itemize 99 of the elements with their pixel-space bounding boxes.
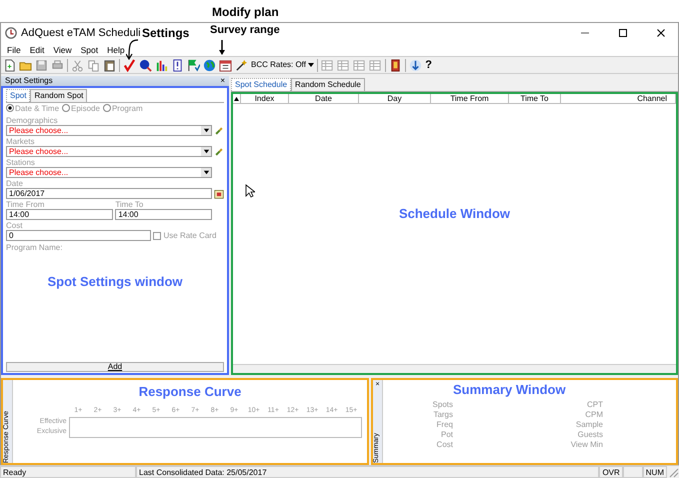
column-header[interactable]: Channel — [561, 94, 676, 103]
bar-chart-icon[interactable] — [155, 58, 168, 72]
annotation-label: Schedule Window — [398, 205, 510, 224]
caret-icon — [202, 127, 210, 134]
summary-label: Spots — [432, 400, 453, 410]
printer-icon[interactable] — [51, 58, 64, 72]
dropdown-field[interactable]: Please choose... — [6, 146, 212, 157]
status-text: Last Consolidated Data: 25/05/2017 — [136, 466, 600, 478]
help-button[interactable]: ? — [425, 56, 432, 74]
summary-label: Sample — [574, 420, 603, 430]
column-header[interactable]: Time From — [431, 94, 509, 103]
table-add-icon[interactable] — [353, 58, 366, 72]
annotation-label: Survey range — [210, 23, 280, 38]
checkmark-icon[interactable] — [123, 58, 136, 72]
mouse-cursor-icon — [245, 184, 255, 198]
menu-item[interactable]: Spot — [80, 44, 98, 55]
column-header[interactable]: Index — [241, 94, 289, 103]
summary-label: Freq — [436, 420, 453, 430]
tab[interactable]: Random Spot — [30, 89, 88, 102]
app-logo-icon — [5, 27, 17, 39]
new-document-icon[interactable] — [3, 58, 16, 72]
caret-icon — [202, 169, 210, 176]
summary-label: View Min — [570, 440, 603, 450]
time-field[interactable]: 14:00 — [6, 209, 114, 220]
field-label: Time From — [6, 200, 46, 209]
annotation-label: Spot Settings window — [47, 274, 183, 290]
clipboard-icon[interactable] — [103, 58, 116, 72]
annotation-arrow — [126, 38, 140, 60]
brush-icon[interactable] — [214, 146, 224, 156]
dropdown-field[interactable]: Please choose... — [6, 125, 212, 136]
summary-label: CPT — [586, 400, 603, 410]
sort-arrow-icon[interactable] — [234, 96, 239, 102]
summary-label: Pot — [440, 430, 453, 440]
summary-label: Targs — [432, 410, 453, 420]
cost-field[interactable]: 0 — [6, 230, 151, 241]
menu-item[interactable]: File — [7, 44, 21, 55]
column-header[interactable]: Date — [289, 94, 359, 103]
ball-icon[interactable] — [139, 58, 152, 72]
add-button[interactable]: Add — [6, 362, 224, 372]
panel-title: Spot Settings — [5, 76, 53, 86]
field-label: Markets — [6, 137, 36, 146]
tab[interactable]: Spot Schedule — [231, 78, 292, 91]
resize-grip-icon[interactable] — [667, 466, 679, 478]
time-field[interactable]: 14:00 — [115, 209, 212, 220]
calendar-icon[interactable] — [219, 58, 232, 72]
close-icon[interactable] — [656, 28, 666, 38]
column-header[interactable]: Time To — [509, 94, 561, 103]
annotation-label: Modify plan — [212, 5, 279, 19]
caret-icon — [202, 148, 210, 155]
annotation-label: Summary Window — [453, 382, 566, 397]
wand-icon[interactable] — [235, 58, 248, 72]
calendar-icon[interactable] — [214, 188, 224, 198]
radio-label: Episode — [71, 104, 100, 113]
dropdown-field[interactable]: Please choose... — [6, 167, 212, 178]
status-indicator: NUM — [642, 466, 667, 478]
tab[interactable]: Random Schedule — [291, 78, 365, 91]
checkbox[interactable] — [153, 232, 162, 240]
field-label: Demographics — [6, 116, 59, 125]
radio-button[interactable] — [6, 104, 14, 112]
menu-item[interactable]: View — [53, 44, 72, 55]
field-label: Program Name: — [6, 243, 64, 252]
flag-icon[interactable] — [187, 58, 200, 72]
panel-close-button[interactable]: × — [220, 76, 225, 86]
caret-icon — [308, 62, 314, 68]
table-edit-icon[interactable] — [337, 58, 350, 72]
menu-item[interactable]: Edit — [30, 44, 44, 55]
annotation-line — [219, 40, 225, 55]
radio-label: Date & Time — [15, 104, 60, 113]
window-title: AdQuest eTAM Scheduli — [21, 26, 141, 41]
date-field[interactable]: 1/06/2017 — [6, 188, 212, 199]
checkbox-label: Use Rate Card — [164, 231, 216, 240]
status-text: Ready — [0, 466, 136, 478]
status-indicator: OVR — [599, 466, 623, 478]
summary-label: CPM — [584, 410, 603, 420]
menu-item[interactable]: Help — [107, 44, 125, 55]
field-label: Cost — [6, 221, 24, 230]
info-arrow-icon[interactable] — [409, 58, 422, 72]
scissors-icon[interactable] — [71, 58, 84, 72]
summary-label: Cost — [436, 440, 453, 450]
summary-label: Guests — [576, 430, 603, 440]
radio-button[interactable] — [62, 104, 70, 112]
field-label: Date — [6, 179, 24, 188]
annotation-label: Settings — [142, 25, 190, 42]
globe-icon[interactable] — [203, 58, 216, 72]
table-icon[interactable] — [321, 58, 334, 72]
radio-label: Program — [112, 104, 143, 113]
book-icon[interactable] — [389, 58, 402, 72]
field-label: Time To — [115, 200, 144, 209]
annotation-label: Response Curve — [138, 383, 242, 402]
maximize-icon[interactable] — [618, 28, 628, 38]
column-header[interactable]: Day — [359, 94, 431, 103]
document-icon[interactable] — [171, 58, 184, 72]
table-remove-icon[interactable] — [369, 58, 382, 72]
tab[interactable]: Spot — [6, 89, 30, 102]
field-label: Stations — [6, 158, 36, 167]
brush-icon[interactable] — [214, 126, 224, 136]
horizontal-scrollbar[interactable] — [233, 364, 676, 373]
radio-button[interactable] — [102, 104, 111, 112]
bcc-rates-dropdown[interactable]: BCC Rates: Off — [251, 59, 314, 71]
